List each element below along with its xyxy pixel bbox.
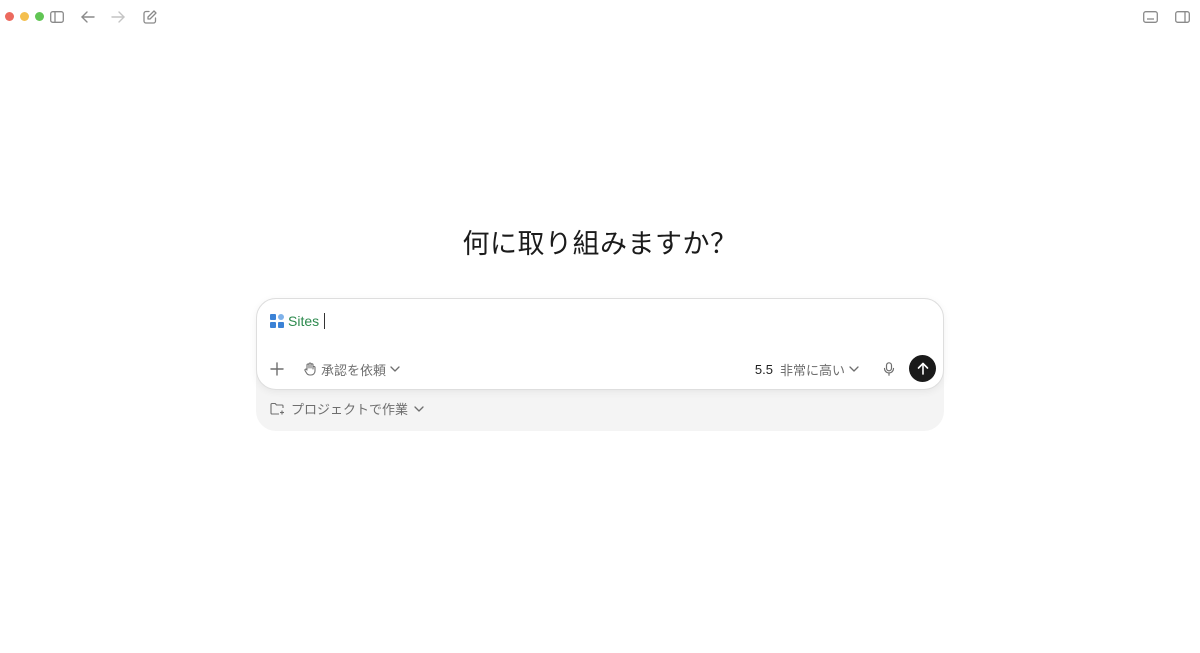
sites-chip[interactable]: Sites <box>270 313 319 329</box>
sidebar-toggle-button[interactable] <box>48 8 66 26</box>
add-attachment-button[interactable] <box>269 355 285 383</box>
composer-controls: 承認を依頼 5.5 非常に高い <box>257 355 943 383</box>
microphone-icon <box>883 362 895 376</box>
forward-button[interactable] <box>109 8 127 26</box>
sites-icon <box>270 314 284 328</box>
right-panel-icon <box>1174 11 1190 23</box>
approval-mode-label: 承認を依頼 <box>321 362 387 378</box>
arrow-up-icon <box>917 362 928 375</box>
bottom-panel-toggle-button[interactable] <box>1141 8 1159 26</box>
composer-container: Sites 承認を依頼 5.5 非常に高い プロジェクトで作業 <box>256 298 944 431</box>
model-selector-dropdown[interactable]: 5.5 非常に高い <box>755 355 859 383</box>
text-caret <box>324 313 326 329</box>
close-window-button[interactable] <box>5 12 14 21</box>
chevron-down-icon <box>849 366 859 372</box>
back-arrow-icon <box>81 11 95 23</box>
folder-icon <box>270 402 284 415</box>
bottom-panel-icon <box>1142 11 1158 23</box>
model-version: 5.5 <box>754 361 773 377</box>
chevron-down-icon <box>414 405 424 412</box>
title-bar <box>0 0 1200 34</box>
new-chat-button[interactable] <box>141 8 159 26</box>
right-panel-toggle-button[interactable] <box>1173 8 1191 26</box>
project-selector-label: プロジェクトで作業 <box>291 402 409 417</box>
minimize-window-button[interactable] <box>20 12 29 21</box>
traffic-lights <box>5 12 44 21</box>
approval-mode-dropdown[interactable]: 承認を依頼 <box>303 355 400 383</box>
prompt-input[interactable]: Sites <box>270 311 326 331</box>
page-title: 何に取り組みますか？ <box>462 229 738 260</box>
composer[interactable]: Sites 承認を依頼 5.5 非常に高い <box>256 298 944 390</box>
sidebar-toggle-icon <box>50 11 64 23</box>
voice-input-button[interactable] <box>883 355 895 383</box>
send-button[interactable] <box>909 355 936 382</box>
chevron-down-icon <box>390 366 400 372</box>
reasoning-effort-label: 非常に高い <box>779 362 845 378</box>
zoom-window-button[interactable] <box>35 12 44 21</box>
sites-chip-label: Sites <box>288 313 320 329</box>
plus-icon <box>270 362 284 376</box>
new-chat-icon <box>143 10 157 24</box>
project-selector-dropdown[interactable]: プロジェクトで作業 <box>270 399 424 418</box>
forward-arrow-icon <box>111 11 125 23</box>
back-button[interactable] <box>79 8 97 26</box>
hand-icon <box>304 362 316 376</box>
